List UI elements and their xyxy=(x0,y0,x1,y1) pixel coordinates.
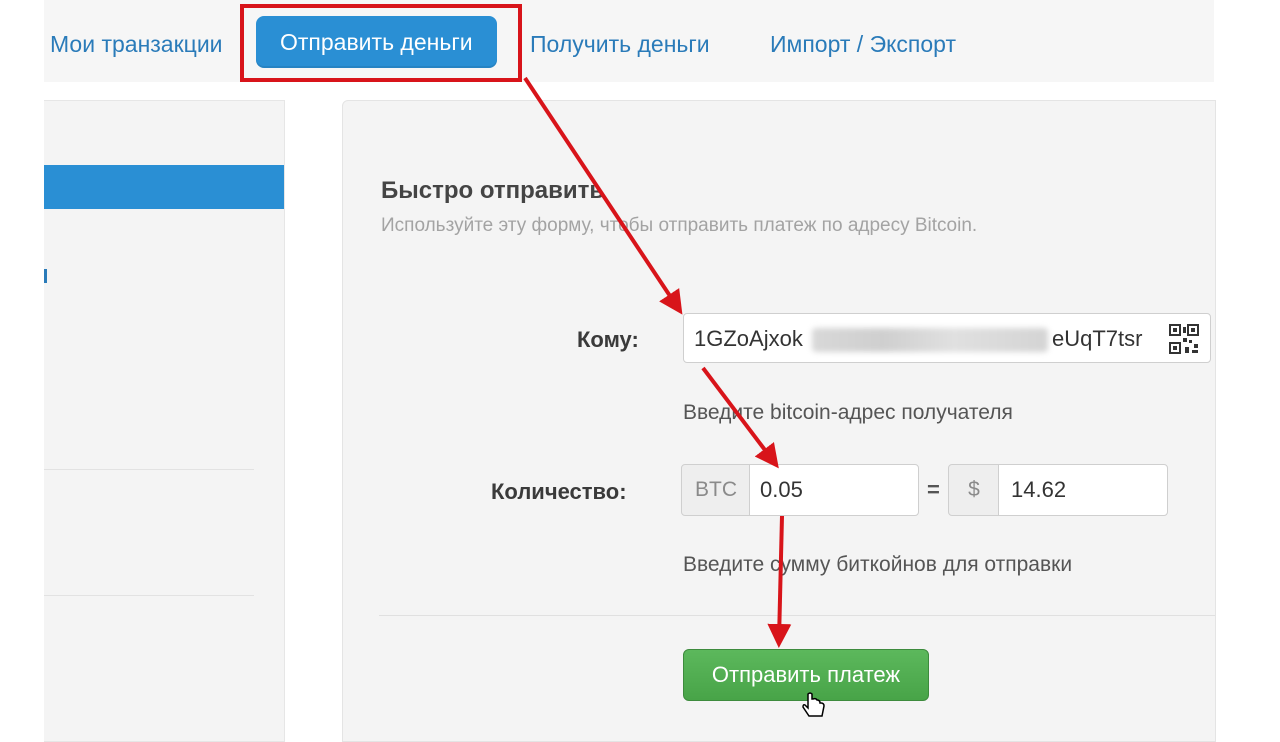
tab-my-transactions[interactable]: Мои транзакции xyxy=(50,20,223,68)
annotation-highlight-box xyxy=(240,4,522,82)
btc-addon: BTC xyxy=(681,464,751,516)
sidebar-divider xyxy=(44,595,254,596)
sidebar xyxy=(44,100,285,742)
address-redacted xyxy=(812,328,1048,352)
hand-cursor-icon xyxy=(802,692,825,717)
top-nav: Мои транзакции Отправить деньги Получить… xyxy=(44,0,1214,82)
equals-sign: = xyxy=(927,477,940,502)
quick-send-panel: Быстро отправить Используйте эту форму, … xyxy=(342,100,1216,742)
btc-amount-input[interactable]: 0.05 xyxy=(749,464,919,516)
spacer xyxy=(44,82,1214,96)
address-value-end: eUqT7tsr xyxy=(1052,326,1143,351)
usd-amount-value: 14.62 xyxy=(1011,477,1067,502)
page-title: Быстро отправить xyxy=(381,177,605,204)
sidebar-item-marker xyxy=(44,269,47,283)
qr-code-icon[interactable] xyxy=(1168,323,1200,355)
address-help-text: Введите bitcoin-адрес получателя xyxy=(683,401,1013,424)
address-input[interactable]: 1GZoAjxok eUqT7tsr xyxy=(683,313,1211,363)
to-label: Кому: xyxy=(577,327,639,352)
address-value-start: 1GZoAjxok xyxy=(694,326,803,351)
tab-receive-money[interactable]: Получить деньги xyxy=(530,20,710,68)
amount-help-text: Введите сумму биткойнов для отправки xyxy=(683,553,1073,576)
sidebar-divider xyxy=(44,469,254,470)
btc-amount-value: 0.05 xyxy=(760,477,803,502)
amount-label: Количество: xyxy=(491,479,627,504)
sidebar-item-active[interactable] xyxy=(44,165,284,209)
usd-addon: $ xyxy=(948,464,1000,516)
form-divider xyxy=(379,615,1215,616)
tab-import-export[interactable]: Импорт / Экспорт xyxy=(770,20,956,68)
page-subtitle: Используйте эту форму, чтобы отправить п… xyxy=(381,215,978,236)
usd-amount-input[interactable]: 14.62 xyxy=(998,464,1168,516)
